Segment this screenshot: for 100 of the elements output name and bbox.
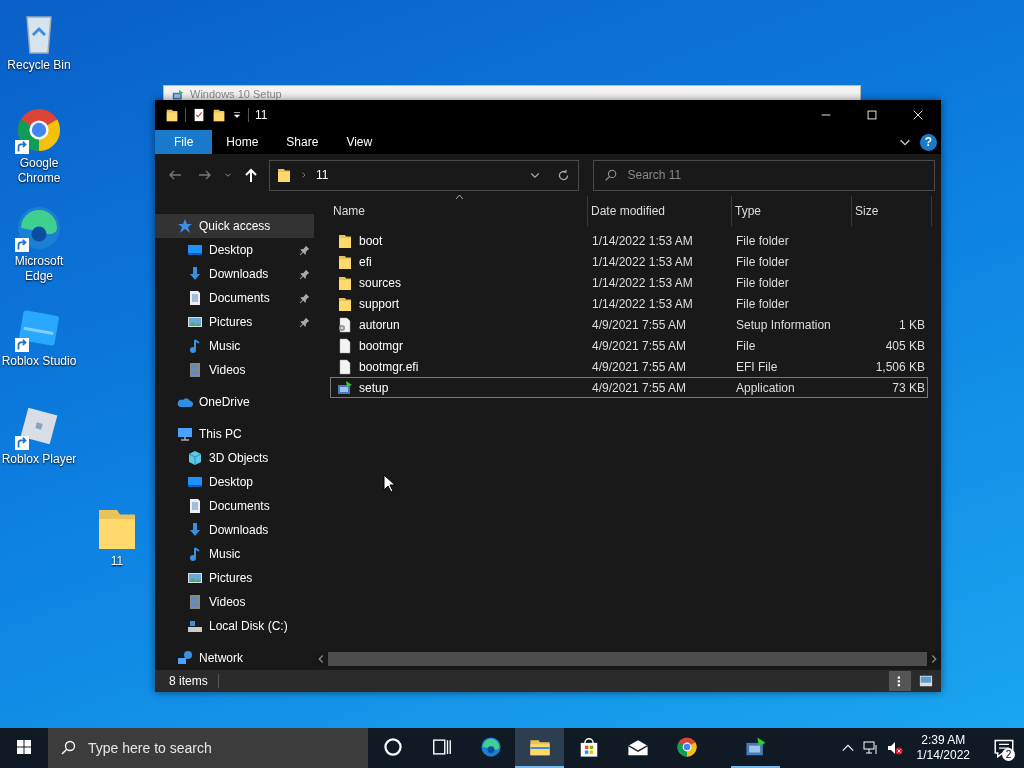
network-icon — [862, 740, 879, 756]
ribbon-tab[interactable]: File — [155, 130, 213, 154]
file-icon — [337, 337, 353, 354]
focused-file-row[interactable]: setup 4/9/2021 7:55 AM Application 73 KB — [330, 377, 928, 398]
help-button[interactable]: ? — [920, 133, 937, 151]
chevron-icon — [299, 170, 308, 180]
picture-icon — [187, 314, 203, 330]
details-view-button[interactable] — [889, 671, 911, 691]
file-type: File — [735, 337, 757, 355]
folder-icon — [337, 232, 353, 249]
desktop-icon-label[interactable]: Google Chrome — [0, 156, 78, 186]
folder-icon — [337, 253, 353, 270]
folder-icon — [337, 295, 353, 312]
file-type: File folder — [735, 274, 790, 292]
shortcut-arrow-icon — [15, 338, 29, 352]
date-modified: 4/9/2021 7:55 AM — [591, 316, 688, 334]
muted-speaker-icon — [886, 740, 903, 756]
notification-count: 2 — [1002, 748, 1015, 761]
maximize-icon — [865, 108, 879, 122]
folder-icon — [337, 274, 353, 291]
file-name[interactable]: autorun — [359, 315, 400, 334]
down-arrow-icon — [187, 266, 203, 282]
window-title: Windows 10 Setup — [190, 89, 282, 100]
monitor-icon — [187, 242, 203, 258]
nav-item[interactable]: Network — [155, 646, 314, 670]
file-type: EFI File — [735, 358, 779, 376]
setup-icon — [744, 736, 767, 758]
file-type: File folder — [735, 295, 790, 313]
start-icon — [16, 739, 32, 755]
search-icon — [604, 168, 618, 182]
taskbar-app-button[interactable] — [515, 728, 564, 768]
setup-icon — [337, 379, 353, 396]
wave-browser-icon — [479, 736, 502, 758]
desktop-icon-label[interactable]: 11 — [110, 554, 124, 569]
desktop-icon[interactable] — [15, 204, 63, 252]
ribbon-tab[interactable]: View — [332, 130, 387, 154]
ribbon-tab[interactable]: Share — [272, 130, 333, 154]
date-modified: 4/9/2021 7:55 AM — [591, 337, 688, 355]
circle-icon — [381, 736, 404, 758]
nav-item[interactable]: Documents — [155, 286, 314, 310]
nav-item[interactable]: Quick access — [155, 214, 314, 238]
desktop-icon-label[interactable]: Microsoft Edge — [0, 254, 78, 284]
shortcut-arrow-icon — [15, 436, 29, 450]
film-icon — [187, 594, 203, 610]
taskbar-search-field[interactable]: Type here to search — [86, 736, 346, 760]
search-box[interactable]: Search 11 — [593, 159, 935, 191]
file-type: File folder — [735, 253, 790, 271]
ribbon-tab[interactable]: Home — [212, 130, 273, 154]
address-bar[interactable]: 11 — [268, 159, 580, 191]
file-name[interactable]: support — [359, 294, 400, 313]
nav-item[interactable]: This PC — [155, 422, 314, 446]
file-size: 73 KB — [892, 380, 925, 395]
browser-icon — [15, 106, 63, 154]
file-name[interactable]: boot — [359, 231, 383, 250]
nav-item[interactable]: 3D Objects — [155, 446, 314, 470]
nav-item[interactable]: Downloads — [155, 262, 314, 286]
desktop-icon-label[interactable]: Roblox Studio — [1, 354, 77, 369]
search-icon — [60, 740, 76, 756]
column-header[interactable]: Name — [330, 196, 588, 226]
date-modified: 1/14/2022 1:53 AM — [591, 232, 694, 250]
desktop-icon[interactable] — [15, 106, 63, 154]
nav-item[interactable]: Music — [155, 334, 314, 358]
star-icon — [177, 218, 193, 234]
nav-item[interactable]: Pictures — [155, 566, 314, 590]
nav-item[interactable]: OneDrive — [155, 390, 314, 414]
nav-item[interactable]: Pictures — [155, 310, 314, 334]
column-header[interactable]: Size — [852, 196, 932, 226]
desktop-icon-label[interactable]: Recycle Bin — [7, 58, 71, 73]
clock-time: 2:39 AM — [920, 733, 967, 748]
column-header[interactable]: Type — [732, 196, 852, 226]
cursor-icon — [383, 474, 395, 493]
file-name[interactable]: bootmgr.efi — [359, 357, 419, 376]
clock-date: 1/14/2022 — [916, 748, 970, 763]
setup-icon — [172, 89, 184, 101]
file-name[interactable]: setup — [359, 378, 389, 397]
nav-item[interactable]: Local Disk (C:) — [155, 614, 314, 638]
nav-item[interactable]: Videos — [155, 590, 314, 614]
date-modified: 4/9/2021 7:55 AM — [591, 379, 688, 397]
nav-item[interactable]: Music — [155, 542, 314, 566]
file-type: Application — [735, 379, 796, 397]
taskbar-search-box[interactable]: Type here to search — [48, 728, 368, 768]
file-name[interactable]: sources — [359, 273, 402, 292]
gear-file-icon — [337, 316, 353, 333]
nav-item[interactable]: Videos — [155, 358, 314, 382]
task-view-icon — [430, 736, 453, 758]
file-name[interactable]: bootmgr — [359, 336, 404, 355]
cube-icon — [187, 450, 203, 466]
address-path[interactable]: 11 — [315, 166, 329, 184]
clock[interactable]: 2:39 AM 1/14/2022 — [910, 733, 976, 763]
scrollbar-thumb[interactable] — [328, 652, 927, 666]
nav-item[interactable]: Documents — [155, 494, 314, 518]
desktop-icon-label[interactable]: Roblox Player — [1, 452, 77, 467]
column-header[interactable]: Date modified — [588, 196, 732, 226]
nav-item[interactable]: Desktop — [155, 470, 314, 494]
nav-item[interactable]: Desktop — [155, 238, 314, 262]
nav-item[interactable]: Downloads — [155, 518, 314, 542]
action-center-button[interactable]: 2 — [984, 728, 1024, 768]
search-field[interactable]: Search 11 — [625, 165, 916, 185]
monitor-icon — [187, 474, 203, 490]
file-name[interactable]: efi — [359, 252, 372, 271]
